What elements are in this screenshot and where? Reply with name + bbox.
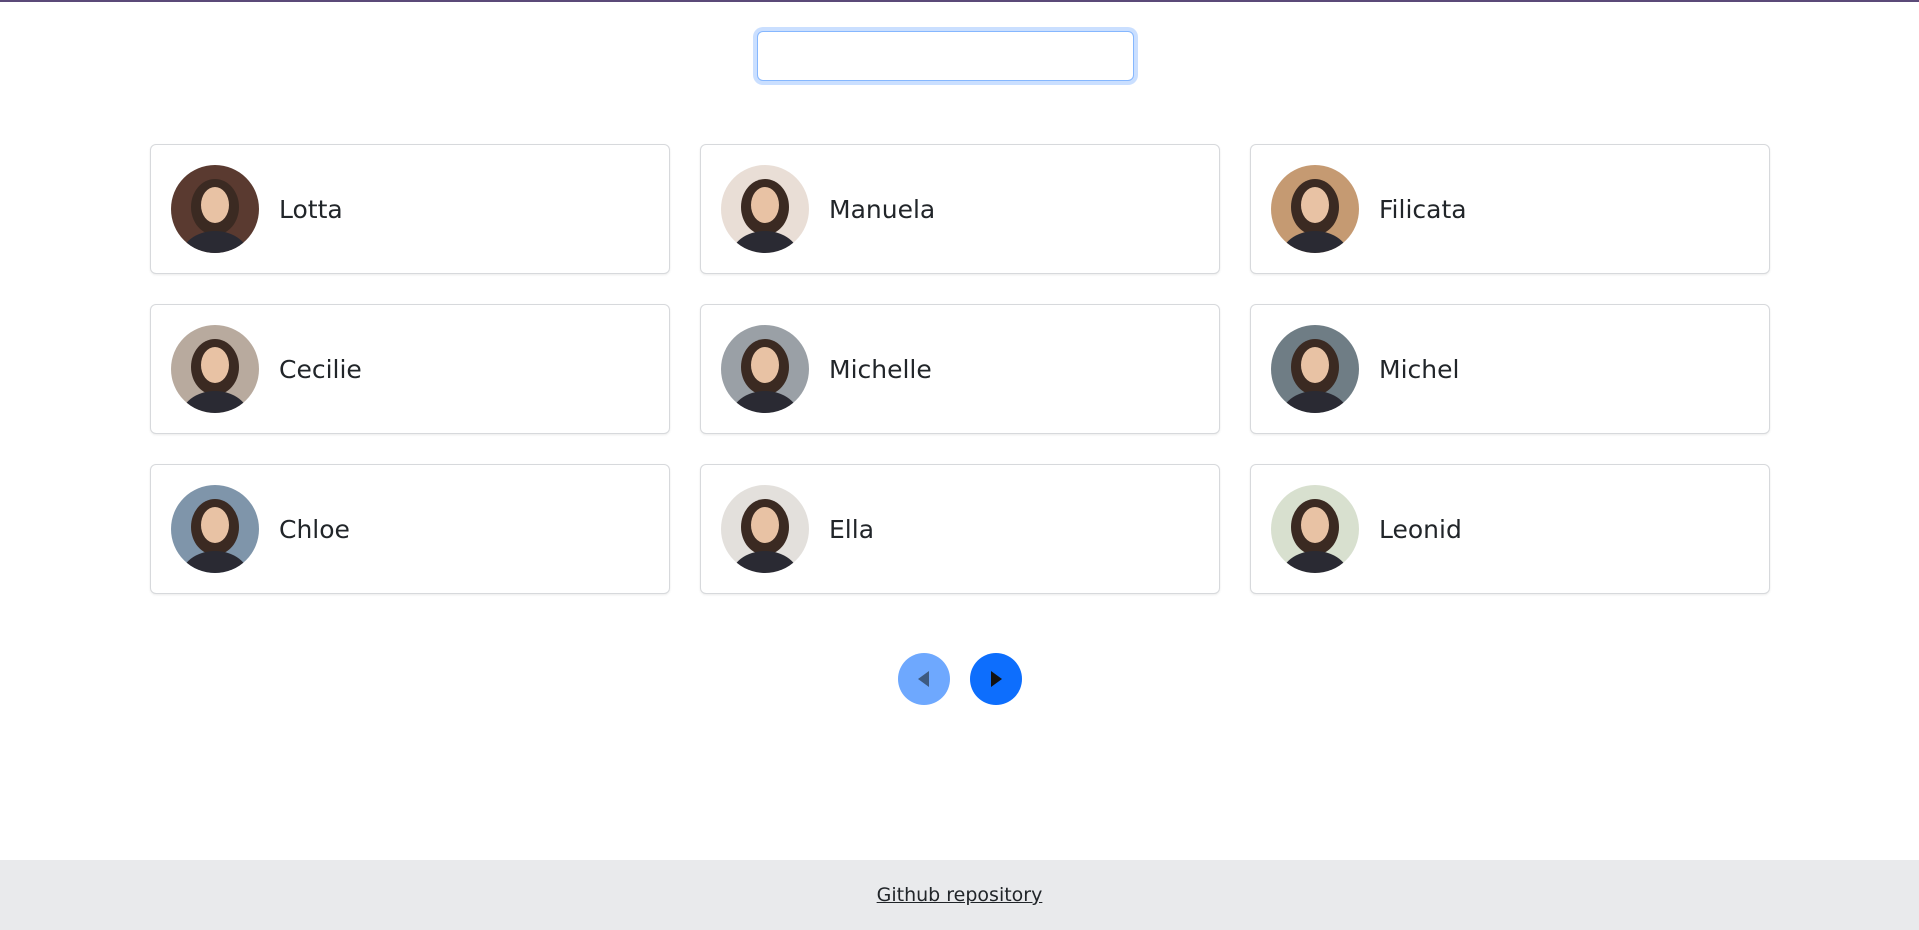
avatar-photo (171, 165, 259, 253)
woman-portrait-icon (171, 165, 259, 253)
avatar-photo (721, 325, 809, 413)
avatar-photo (721, 485, 809, 573)
caret-right-icon (991, 671, 1002, 687)
person-name: Ella (829, 514, 875, 544)
person-card-chloe[interactable]: Chloe (150, 464, 670, 594)
man-portrait-icon (1271, 485, 1359, 573)
avatar-photo (721, 165, 809, 253)
woman-portrait-icon (721, 325, 809, 413)
person-card-filicata[interactable]: Filicata (1250, 144, 1770, 274)
top-border (0, 0, 1919, 2)
person-name: Lotta (279, 194, 343, 224)
avatar-photo (1271, 485, 1359, 573)
search-input[interactable] (757, 31, 1134, 81)
person-name: Michel (1379, 354, 1460, 384)
woman-portrait-icon (721, 485, 809, 573)
avatar-photo (171, 325, 259, 413)
avatar-photo (171, 485, 259, 573)
woman-portrait-icon (721, 165, 809, 253)
person-card-lotta[interactable]: Lotta (150, 144, 670, 274)
github-repository-link[interactable]: Github repository (877, 884, 1043, 906)
page: Lotta Manuela Filicata Cecilie Michelle … (0, 0, 1919, 930)
caret-left-icon (918, 671, 929, 687)
person-card-cecilie[interactable]: Cecilie (150, 304, 670, 434)
person-card-leonid[interactable]: Leonid (1250, 464, 1770, 594)
next-page-button[interactable] (970, 653, 1022, 705)
person-name: Michelle (829, 354, 932, 384)
person-name: Leonid (1379, 514, 1462, 544)
woman-portrait-icon (171, 485, 259, 573)
woman-portrait-icon (1271, 165, 1359, 253)
person-card-manuela[interactable]: Manuela (700, 144, 1220, 274)
woman-portrait-icon (1271, 325, 1359, 413)
woman-portrait-icon (171, 325, 259, 413)
person-name: Filicata (1379, 194, 1467, 224)
person-name: Manuela (829, 194, 936, 224)
person-card-ella[interactable]: Ella (700, 464, 1220, 594)
previous-page-button[interactable] (898, 653, 950, 705)
avatar-photo (1271, 165, 1359, 253)
search-container (757, 31, 1134, 81)
footer: Github repository (0, 860, 1919, 930)
avatar-photo (1271, 325, 1359, 413)
person-card-michelle[interactable]: Michelle (700, 304, 1220, 434)
pagination (898, 653, 1022, 705)
person-name: Cecilie (279, 354, 362, 384)
people-grid: Lotta Manuela Filicata Cecilie Michelle … (150, 144, 1771, 594)
person-name: Chloe (279, 514, 350, 544)
person-card-michel[interactable]: Michel (1250, 304, 1770, 434)
